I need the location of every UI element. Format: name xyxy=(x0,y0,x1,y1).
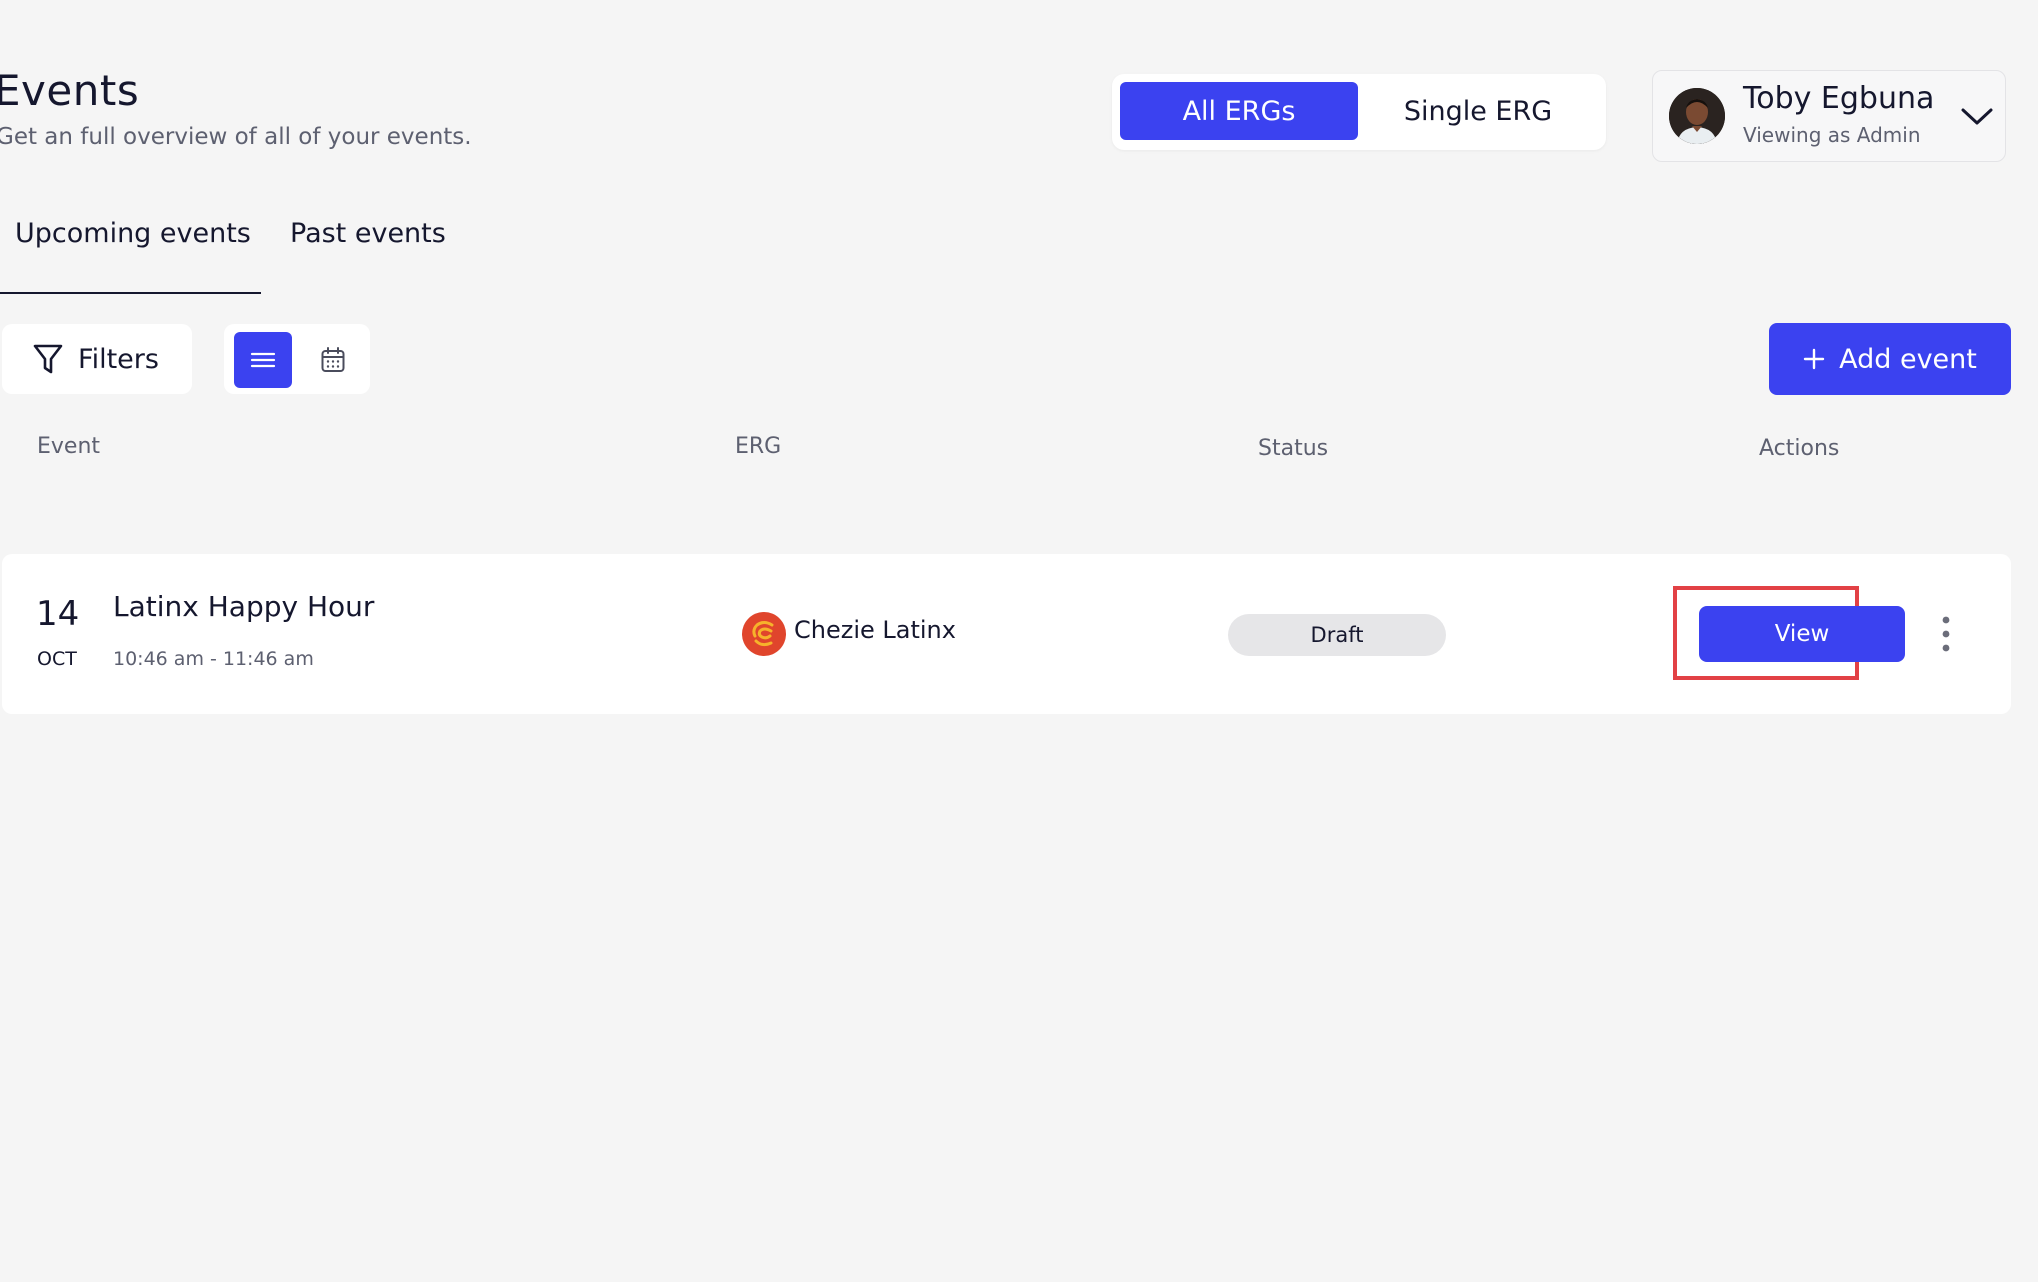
page-title: Events xyxy=(0,66,140,115)
list-icon xyxy=(250,352,276,368)
user-name: Toby Egbuna xyxy=(1743,81,1935,116)
table-row: 14 OCT Latinx Happy Hour 10:46 am - 11:4… xyxy=(2,554,2011,714)
filters-button[interactable]: Filters xyxy=(2,324,192,394)
erg-logo-icon xyxy=(742,612,786,656)
kebab-menu-icon[interactable] xyxy=(1932,612,1960,656)
all-ergs-button[interactable]: All ERGs xyxy=(1120,82,1358,140)
add-event-button[interactable]: Add event xyxy=(1769,323,2011,395)
add-event-label: Add event xyxy=(1839,343,1977,375)
event-day: 14 xyxy=(36,594,80,634)
column-header-event: Event xyxy=(37,434,101,459)
event-time: 10:46 am - 11:46 am xyxy=(113,648,314,670)
calendar-icon xyxy=(321,347,345,372)
filters-label: Filters xyxy=(78,343,159,375)
tab-past-events[interactable]: Past events xyxy=(290,218,446,249)
avatar xyxy=(1669,88,1725,144)
erg-name: Chezie Latinx xyxy=(794,616,956,644)
user-role: Viewing as Admin xyxy=(1743,123,1921,147)
column-header-actions: Actions xyxy=(1759,436,1840,461)
event-name: Latinx Happy Hour xyxy=(113,590,375,623)
column-header-erg: ERG xyxy=(735,434,782,459)
funnel-icon xyxy=(33,344,63,374)
calendar-view-button[interactable] xyxy=(304,332,362,388)
user-menu[interactable]: Toby Egbuna Viewing as Admin xyxy=(1652,70,2006,162)
list-view-button[interactable] xyxy=(234,332,292,388)
plus-icon xyxy=(1803,348,1825,370)
user-avatar-icon xyxy=(1669,88,1725,144)
column-header-status: Status xyxy=(1258,436,1329,461)
view-event-button[interactable]: View xyxy=(1699,606,1905,662)
active-tab-indicator xyxy=(0,292,261,294)
single-erg-button[interactable]: Single ERG xyxy=(1358,82,1598,140)
event-month: OCT xyxy=(37,648,77,670)
chevron-down-icon[interactable] xyxy=(1959,101,1995,131)
status-badge: Draft xyxy=(1228,614,1446,656)
page-subtitle: Get an full overview of all of your even… xyxy=(0,124,472,150)
erg-scope-toggle: All ERGs Single ERG xyxy=(1112,74,1606,150)
tab-upcoming-events[interactable]: Upcoming events xyxy=(15,218,251,249)
view-mode-toggle xyxy=(224,324,370,394)
